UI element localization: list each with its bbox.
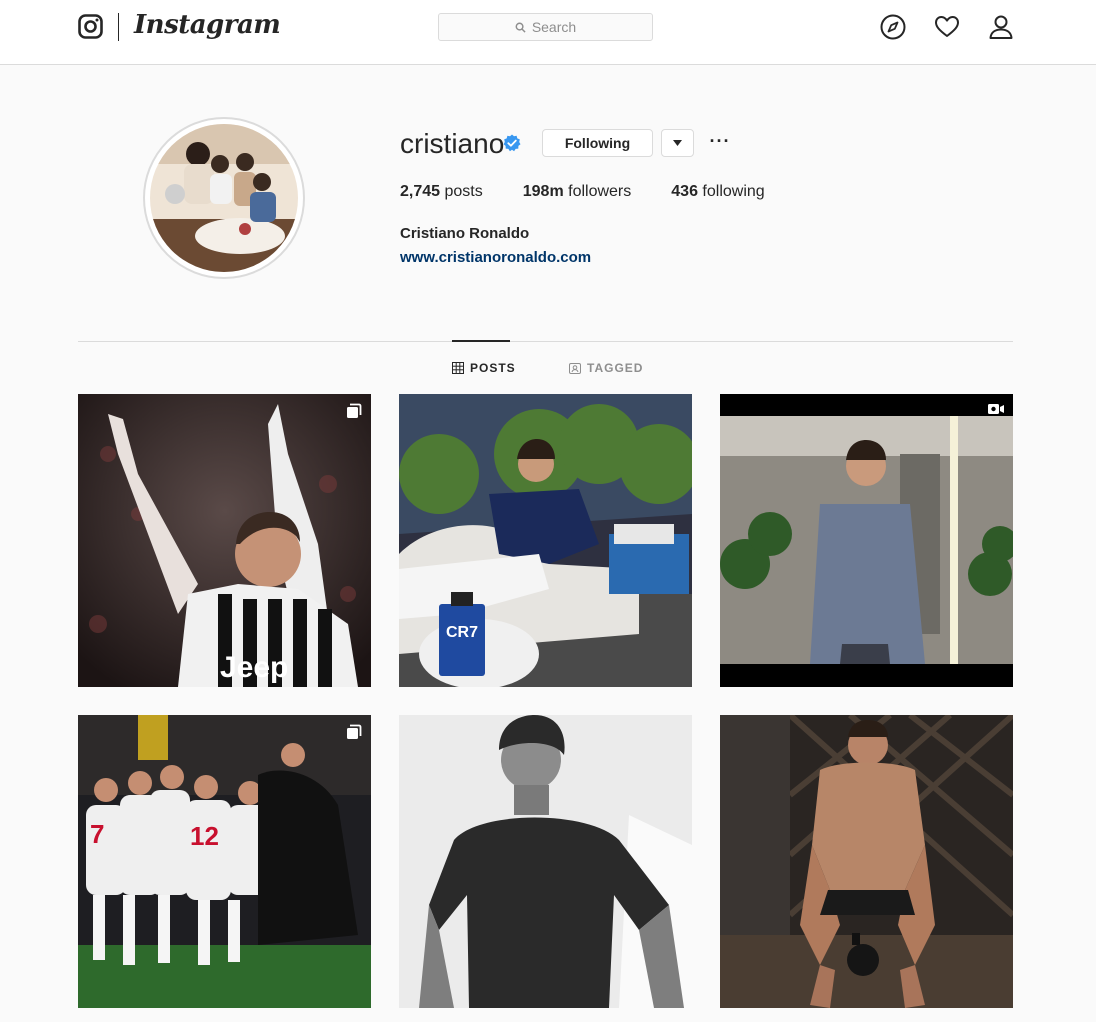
instagram-wordmark[interactable]: Instagram [134,10,281,40]
avatar[interactable] [150,124,298,272]
post-thumbnail[interactable]: Jeep [78,394,371,687]
svg-text:Jeep: Jeep [220,651,288,684]
logo-divider [118,13,119,41]
top-navigation: Instagram Search [0,0,1096,65]
tab-tagged-label: TAGGED [587,361,644,375]
igtv-icon [988,404,1004,414]
stat-posts-count: 2,745 [400,183,441,200]
camera-logo-icon[interactable] [78,14,103,39]
post-image [720,394,1013,687]
heart-icon[interactable] [934,14,960,40]
post-image: CR7 [399,394,692,687]
caret-down-icon [673,140,682,146]
person-icon[interactable] [988,14,1014,40]
svg-text:12: 12 [190,821,219,851]
stat-followers[interactable]: 198m followers [523,183,632,201]
stat-following[interactable]: 436 following [671,183,764,201]
verified-badge-icon [503,134,521,152]
tab-tagged[interactable]: TAGGED [569,361,643,375]
suggested-dropdown-button[interactable] [661,129,694,157]
stat-followers-label: followers [568,183,632,200]
post-thumbnail[interactable] [399,715,692,1008]
svg-text:7: 7 [90,819,104,849]
tab-posts-label: POSTS [470,361,516,375]
stat-following-count: 436 [671,183,698,200]
post-thumbnail[interactable]: 7 12 [78,715,371,1008]
active-tab-indicator [452,340,510,342]
compass-icon[interactable] [880,14,906,40]
svg-text:CR7: CR7 [446,624,478,641]
profile-stats: 2,745 posts 198m followers 436 following [400,183,805,201]
stat-posts-label: posts [444,183,483,200]
post-thumbnail[interactable] [720,394,1013,687]
stat-following-label: following [702,183,765,200]
profile-username: cristiano [400,128,505,159]
post-image [399,715,692,1008]
tag-icon [569,363,581,374]
post-image: 7 12 [78,715,371,1008]
post-image: Jeep [78,394,371,687]
grid-icon [452,362,464,374]
more-options-button[interactable]: ··· [708,132,732,152]
stat-posts: 2,745 posts [400,183,483,201]
carousel-icon [347,724,362,739]
search-placeholder: Search [531,19,577,35]
following-button[interactable]: Following [542,129,653,157]
profile-website-link[interactable]: www.cristianoronaldo.com [400,249,591,266]
search-icon [515,22,526,33]
post-thumbnail[interactable]: CR7 [399,394,692,687]
search-input[interactable]: Search [438,13,653,41]
carousel-icon [347,403,362,418]
post-thumbnail[interactable] [720,715,1013,1008]
stat-followers-count: 198m [522,183,564,200]
tab-posts[interactable]: POSTS [452,361,516,375]
tabs-divider [78,341,1013,342]
profile-full-name: Cristiano Ronaldo [400,225,530,242]
post-image [720,715,1013,1008]
